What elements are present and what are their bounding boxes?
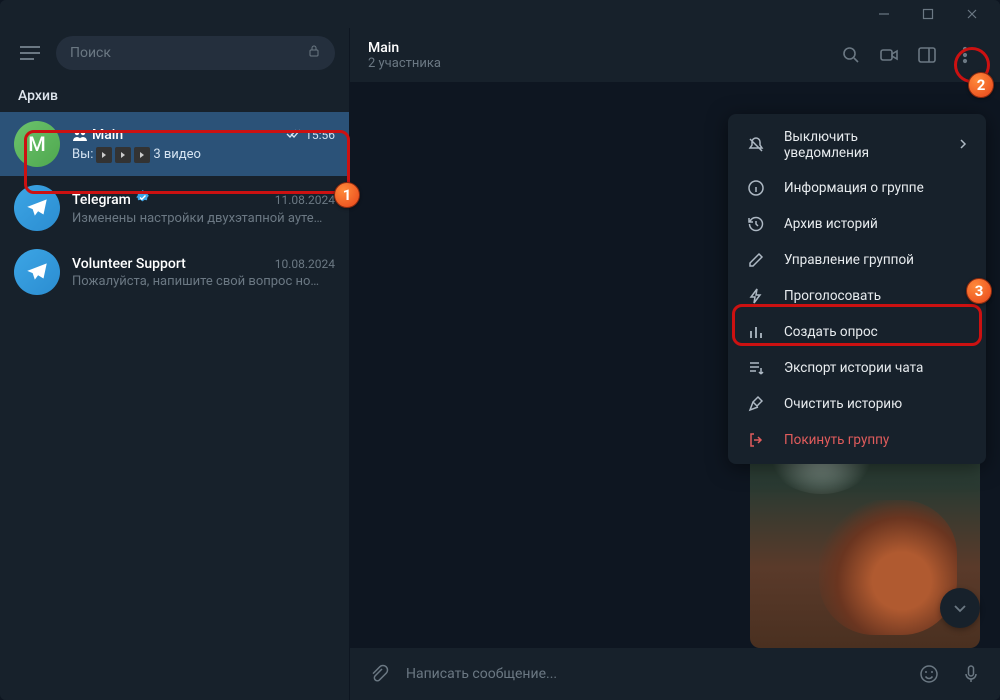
chat-preview: Изменены настройки двухэтапной ауте… xyxy=(72,211,335,226)
chat-preview: Вы: 3 видео xyxy=(72,147,335,163)
mute-icon xyxy=(746,136,766,154)
pencil-icon xyxy=(746,251,766,269)
menu-manage[interactable]: Управление группой xyxy=(728,242,986,278)
attach-icon[interactable] xyxy=(364,659,394,689)
chat-item-telegram[interactable]: Telegram 11.08.2024 Изменены настройки д… xyxy=(0,176,349,240)
menu-export[interactable]: Экспорт истории чата xyxy=(728,350,986,386)
annotation-badge-1: 1 xyxy=(334,182,360,208)
menu-button[interactable] xyxy=(14,37,46,69)
context-menu: Выключить уведомления Информация о групп… xyxy=(728,114,986,464)
voice-icon[interactable] xyxy=(956,659,986,689)
chat-title: Main xyxy=(368,40,820,56)
bolt-icon xyxy=(746,287,766,305)
menu-info[interactable]: Информация о группе xyxy=(728,170,986,206)
search-placeholder: Поиск xyxy=(70,45,111,61)
video-thumb-icon xyxy=(96,147,112,163)
chat-subtitle: 2 участника xyxy=(368,56,820,71)
menu-poll[interactable]: Создать опрос xyxy=(728,314,986,350)
app-window: Поиск Архив M Main 15:56 xyxy=(0,0,1000,700)
avatar xyxy=(14,185,60,231)
verified-icon xyxy=(135,190,150,209)
annotation-badge-2: 2 xyxy=(968,72,994,98)
chat-name: Volunteer Support xyxy=(72,256,186,272)
titlebar xyxy=(0,0,1000,28)
call-icon[interactable] xyxy=(872,38,906,72)
history-icon xyxy=(746,215,766,233)
lock-icon xyxy=(307,44,321,62)
sidebar: Поиск Архив M Main 15:56 xyxy=(0,28,350,700)
close-button[interactable] xyxy=(952,0,992,28)
chat-header: Main 2 участника xyxy=(350,28,1000,82)
menu-leave[interactable]: Покинуть группу xyxy=(728,422,986,458)
menu-boost[interactable]: Проголосовать xyxy=(728,278,986,314)
search-input[interactable]: Поиск xyxy=(56,36,335,70)
message-input[interactable]: Написать сообщение... xyxy=(406,666,902,682)
chat-item-volunteer[interactable]: Volunteer Support 10.08.2024 Пожалуйста,… xyxy=(0,240,349,304)
info-icon xyxy=(746,179,766,197)
chat-panel: Main 2 участника Написать сообщение... xyxy=(350,28,1000,700)
avatar xyxy=(14,249,60,295)
chevron-right-icon xyxy=(958,137,968,153)
chat-item-main[interactable]: M Main 15:56 Вы: xyxy=(0,112,349,176)
scroll-down-button[interactable] xyxy=(940,588,980,628)
menu-stories-archive[interactable]: Архив историй xyxy=(728,206,986,242)
search-icon[interactable] xyxy=(834,38,868,72)
menu-mute[interactable]: Выключить уведомления xyxy=(728,120,986,170)
more-icon[interactable] xyxy=(948,38,982,72)
export-icon xyxy=(746,359,766,377)
composer: Написать сообщение... xyxy=(350,648,1000,700)
read-icon xyxy=(286,129,302,139)
chat-name: Telegram xyxy=(72,192,131,208)
minimize-button[interactable] xyxy=(864,0,904,28)
chat-time: 15:56 xyxy=(286,128,335,142)
chat-header-info[interactable]: Main 2 участника xyxy=(368,40,820,71)
avatar: M xyxy=(14,121,60,167)
chat-name: Main xyxy=(92,127,123,143)
chat-preview: Пожалуйста, напишите свой вопрос но… xyxy=(72,274,335,289)
poll-icon xyxy=(746,323,766,341)
sidepanel-icon[interactable] xyxy=(910,38,944,72)
archive-header: Архив xyxy=(0,78,349,112)
maximize-button[interactable] xyxy=(908,0,948,28)
annotation-badge-3: 3 xyxy=(966,278,992,304)
chat-time: 10.08.2024 xyxy=(275,257,335,271)
chat-list: M Main 15:56 Вы: xyxy=(0,112,349,700)
leave-icon xyxy=(746,431,766,449)
broom-icon xyxy=(746,395,766,413)
group-icon xyxy=(72,126,88,145)
video-thumb-icon xyxy=(115,147,131,163)
chat-time: 11.08.2024 xyxy=(275,193,335,207)
video-thumb-icon xyxy=(134,147,150,163)
menu-clear[interactable]: Очистить историю xyxy=(728,386,986,422)
emoji-icon[interactable] xyxy=(914,659,944,689)
